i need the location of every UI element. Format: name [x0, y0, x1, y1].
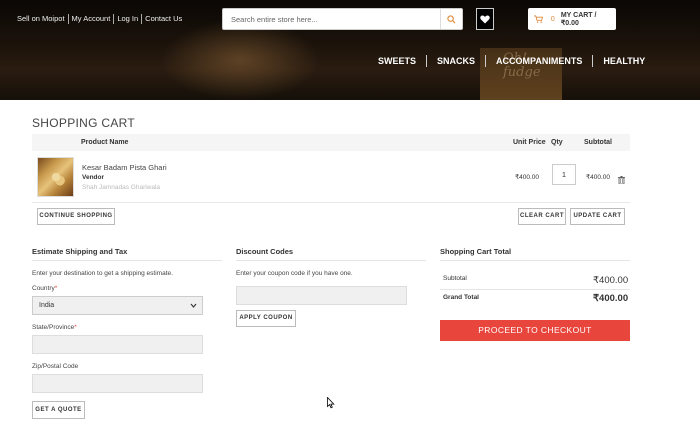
product-thumbnail[interactable] — [37, 157, 74, 197]
nav-snacks[interactable]: SNACKS — [427, 55, 487, 67]
vendor-label: Vendor — [82, 174, 105, 181]
cart-count: 0 — [550, 15, 555, 23]
search-input[interactable] — [223, 9, 433, 30]
totals-divider — [440, 260, 630, 261]
zip-field[interactable] — [32, 374, 203, 393]
link-contact[interactable]: Contact Us — [142, 14, 185, 24]
grand-total-label: Grand Total — [443, 294, 479, 301]
discount-divider — [236, 260, 426, 261]
nav-accompaniments[interactable]: ACCOMPANIMENTS — [486, 55, 594, 67]
apply-coupon-button[interactable]: APPLY COUPON — [236, 310, 296, 327]
unit-price: ₹400.00 — [515, 174, 540, 181]
totals-row-divider — [440, 289, 630, 290]
link-sell[interactable]: Sell on Moipot — [17, 14, 69, 24]
product-name[interactable]: Kesar Badam Pista Ghari — [82, 163, 167, 172]
state-label-text: State/Province — [32, 324, 75, 331]
subtotal-value: ₹400.00 — [593, 275, 629, 286]
chevron-down-icon — [190, 297, 197, 321]
totals-title: Shopping Cart Total — [440, 247, 512, 256]
country-value: India — [39, 302, 55, 309]
shipping-divider — [32, 260, 222, 261]
discount-help: Enter your coupon code if you have one. — [236, 270, 353, 277]
row-subtotal: ₹400.00 — [586, 174, 611, 181]
mouse-pointer-icon — [327, 396, 335, 414]
main-nav: SWEETS SNACKS ACCOMPANIMENTS HEALTHY — [378, 55, 645, 67]
required-mark: * — [74, 324, 77, 331]
quantity-input[interactable]: 1 — [552, 164, 576, 185]
subtotal-label: Subtotal — [443, 275, 467, 282]
country-select[interactable]: India — [32, 296, 203, 315]
col-qty: Qty — [551, 139, 563, 146]
nav-sweets[interactable]: SWEETS — [378, 55, 428, 67]
remove-item-button[interactable] — [618, 171, 625, 189]
mini-cart-button[interactable]: 0 MY CART / ₹0.00 — [528, 8, 616, 30]
search-button[interactable] — [440, 9, 462, 29]
col-product: Product Name — [81, 139, 129, 146]
col-subtotal: Subtotal — [584, 139, 612, 146]
page-title: SHOPPING CART — [32, 116, 136, 130]
shipping-help: Enter your destination to get a shipping… — [32, 270, 173, 277]
cart-table-header: Product Name Unit Price Qty Subtotal — [32, 134, 630, 151]
country-label: Country* — [32, 285, 57, 292]
shipping-title: Estimate Shipping and Tax — [32, 247, 128, 256]
proceed-to-checkout-button[interactable]: PROCEED TO CHECKOUT — [440, 320, 630, 341]
continue-shopping-button[interactable]: CONTINUE SHOPPING — [37, 208, 115, 225]
discount-title: Discount Codes — [236, 247, 294, 256]
link-my-account[interactable]: My Account — [69, 14, 115, 24]
link-login[interactable]: Log In — [114, 14, 143, 24]
col-price: Unit Price — [513, 139, 546, 146]
nav-healthy[interactable]: HEALTHY — [593, 55, 645, 67]
country-label-text: Country — [32, 285, 55, 292]
wishlist-button[interactable] — [476, 8, 494, 30]
update-cart-button[interactable]: UPDATE CART — [570, 208, 625, 225]
site-header: Oh! fudge Sell on Moipot My Account Log I… — [0, 0, 700, 100]
search-icon — [447, 14, 456, 23]
get-quote-button[interactable]: GET A QUOTE — [32, 401, 85, 419]
cart-label: MY CART / ₹0.00 — [560, 11, 597, 27]
search-box — [222, 8, 463, 30]
cart-icon — [534, 15, 543, 23]
clear-cart-button[interactable]: CLEAR CART — [518, 208, 566, 225]
trash-icon — [618, 176, 625, 185]
top-links: Sell on Moipot My Account Log In Contact… — [17, 14, 185, 24]
required-mark: * — [54, 285, 58, 292]
zip-label: Zip/Postal Code — [32, 363, 79, 370]
vendor-name: Shah Jamnadas Ghariwala — [82, 184, 161, 191]
grand-total-value: ₹400.00 — [593, 293, 629, 304]
heart-icon — [480, 15, 490, 23]
coupon-field[interactable] — [236, 286, 407, 305]
header-background-glow — [160, 20, 320, 100]
cart-item-row: Kesar Badam Pista Ghari Vendor Shah Jamn… — [32, 151, 630, 203]
state-field[interactable] — [32, 335, 203, 354]
state-label: State/Province* — [32, 324, 77, 331]
